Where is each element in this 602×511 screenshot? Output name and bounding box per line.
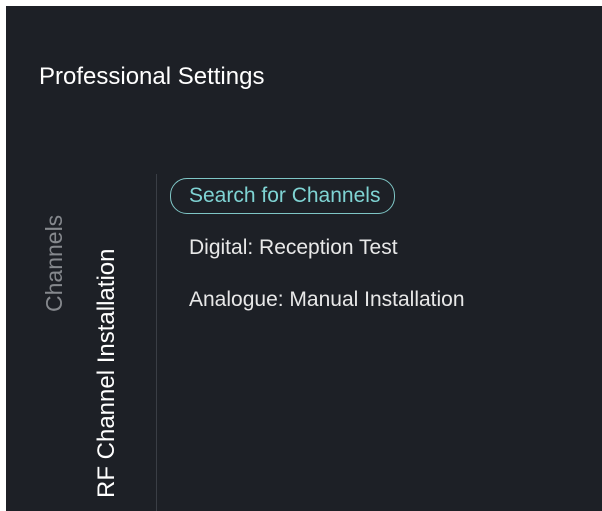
breadcrumb-rf-channel-installation[interactable]: RF Channel Installation: [93, 249, 120, 498]
settings-menu: Search for Channels Digital: Reception T…: [170, 178, 480, 334]
menu-item-label: Analogue: Manual Installation: [189, 288, 465, 311]
breadcrumb-channels[interactable]: Channels: [41, 215, 67, 312]
column-divider: [156, 174, 157, 511]
menu-item-label: Search for Channels: [170, 178, 396, 214]
menu-item-search-for-channels[interactable]: Search for Channels: [170, 178, 480, 230]
tv-settings-screen: Professional Settings Channels RF Channe…: [6, 6, 602, 511]
page-title: Professional Settings: [39, 63, 265, 90]
menu-item-digital-reception-test[interactable]: Digital: Reception Test: [170, 230, 480, 282]
menu-item-label: Digital: Reception Test: [189, 236, 398, 259]
menu-item-analogue-manual-installation[interactable]: Analogue: Manual Installation: [170, 282, 480, 334]
